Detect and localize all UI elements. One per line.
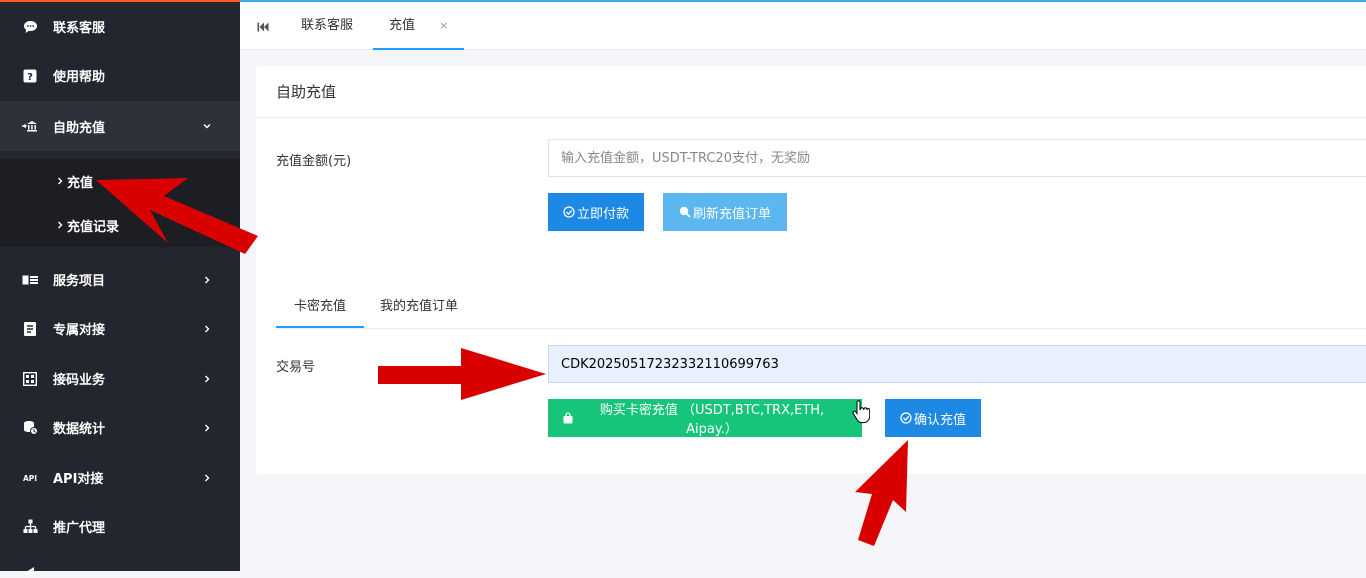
pay-now-label: 立即付款 [576, 206, 629, 222]
chevron-right-icon [202, 420, 212, 436]
card-title: 自助充值 [256, 66, 1366, 118]
amount-label: 充值金额(元) [276, 154, 352, 169]
dedicated-icon [22, 321, 38, 337]
subtab-label: 我的充值订单 [380, 299, 459, 314]
sidebar-item-contact[interactable]: 联系客服 [0, 2, 240, 51]
sidebar-subitem-label: 充值 [67, 175, 94, 191]
svg-text:?: ? [27, 72, 33, 83]
tab-label: 联系客服 [301, 18, 354, 33]
recharge-bank-icon [22, 118, 38, 134]
sidebar: 联系客服 ? 使用帮助 自助充值 充值 充值记录 服务项目 专属对接 接码业务 … [0, 0, 240, 574]
chevron-down-icon [202, 118, 212, 134]
sidebar-item-promotion[interactable]: 推广代理 [0, 502, 240, 551]
help-icon: ? [22, 68, 38, 84]
chat-icon [22, 19, 38, 35]
subtab-label: 卡密充值 [293, 299, 346, 314]
sidebar-item-label: API对接 [53, 472, 104, 487]
sidebar-item-help[interactable]: ? 使用帮助 [0, 51, 240, 100]
recharge-card: 自助充值 充值金额(元) 立即付款 刷新充值订单 卡密充值 我的充值订单 交易号… [256, 66, 1366, 474]
sidebar-item-label: 推广代理 [53, 521, 106, 536]
sidebar-subitem-recharge-records[interactable]: 充值记录 [0, 203, 240, 247]
confirm-recharge-button[interactable]: 确认充值 [885, 399, 981, 437]
amount-input[interactable] [548, 139, 1366, 177]
confirm-recharge-label: 确认充值 [913, 412, 966, 428]
api-icon: API [22, 470, 38, 486]
recharge-subtabs: 卡密充值 我的充值订单 [276, 292, 1366, 329]
buy-card-key-label: 购买卡密充值 （USDT,BTC,TRX,ETH, Aipay.） [599, 403, 825, 437]
chevron-right-icon [202, 321, 212, 337]
tab-contact[interactable]: 联系客服 [301, 2, 353, 50]
tab-bar: 联系客服 充值 × [240, 0, 1366, 50]
hand-cursor-icon [852, 400, 871, 424]
sidebar-item-recharge[interactable]: 自助充值 [0, 101, 240, 151]
database-icon [22, 420, 38, 436]
org-chart-icon [22, 519, 38, 535]
sidebar-item-label: 服务项目 [53, 274, 106, 289]
tab-recharge[interactable]: 充值 × [373, 2, 465, 50]
refresh-orders-label: 刷新充值订单 [692, 206, 771, 222]
partial-icon [22, 563, 36, 574]
shopping-bag-icon [562, 412, 574, 424]
tab-label: 充值 [389, 18, 416, 33]
chevron-right-icon [57, 176, 67, 186]
check-circle-icon [563, 206, 575, 218]
svg-text:API: API [23, 474, 37, 483]
sidebar-item-api[interactable]: API API对接 [0, 453, 240, 502]
chevron-right-icon [202, 371, 212, 387]
tab-scroll-left-icon[interactable] [257, 21, 269, 33]
sidebar-item-label: 自助充值 [53, 120, 106, 136]
transaction-label: 交易号 [276, 360, 316, 375]
sidebar-item-label: 专属对接 [53, 323, 106, 338]
sidebar-item-services[interactable]: 服务项目 [0, 255, 240, 304]
sidebar-item-label: 使用帮助 [53, 70, 106, 85]
subtab-my-orders[interactable]: 我的充值订单 [380, 292, 458, 328]
chevron-right-icon [202, 470, 212, 486]
sidebar-subitem-label: 充值记录 [67, 219, 120, 235]
chevron-right-icon [57, 220, 67, 230]
sidebar-item-sms-code[interactable]: 接码业务 [0, 354, 240, 403]
chevron-right-icon [202, 272, 212, 288]
buy-card-key-button[interactable]: 购买卡密充值 （USDT,BTC,TRX,ETH, Aipay.） [548, 399, 862, 437]
sidebar-item-statistics[interactable]: 数据统计 [0, 403, 240, 452]
sidebar-subitem-recharge[interactable]: 充值 [0, 159, 240, 203]
refresh-orders-button[interactable]: 刷新充值订单 [663, 193, 787, 231]
transaction-input[interactable] [548, 345, 1366, 383]
sidebar-item-dedicated[interactable]: 专属对接 [0, 304, 240, 353]
service-card-icon [22, 272, 38, 288]
sidebar-item-label: 联系客服 [53, 21, 106, 36]
close-icon[interactable]: × [439, 19, 448, 32]
sidebar-item-label: 接码业务 [53, 373, 106, 388]
sms-code-icon [22, 371, 38, 387]
search-icon [679, 206, 691, 218]
subtab-card-key[interactable]: 卡密充值 [276, 292, 364, 328]
pay-now-button[interactable]: 立即付款 [548, 193, 644, 231]
check-circle-icon [900, 412, 912, 424]
sidebar-item-label: 数据统计 [53, 422, 106, 437]
